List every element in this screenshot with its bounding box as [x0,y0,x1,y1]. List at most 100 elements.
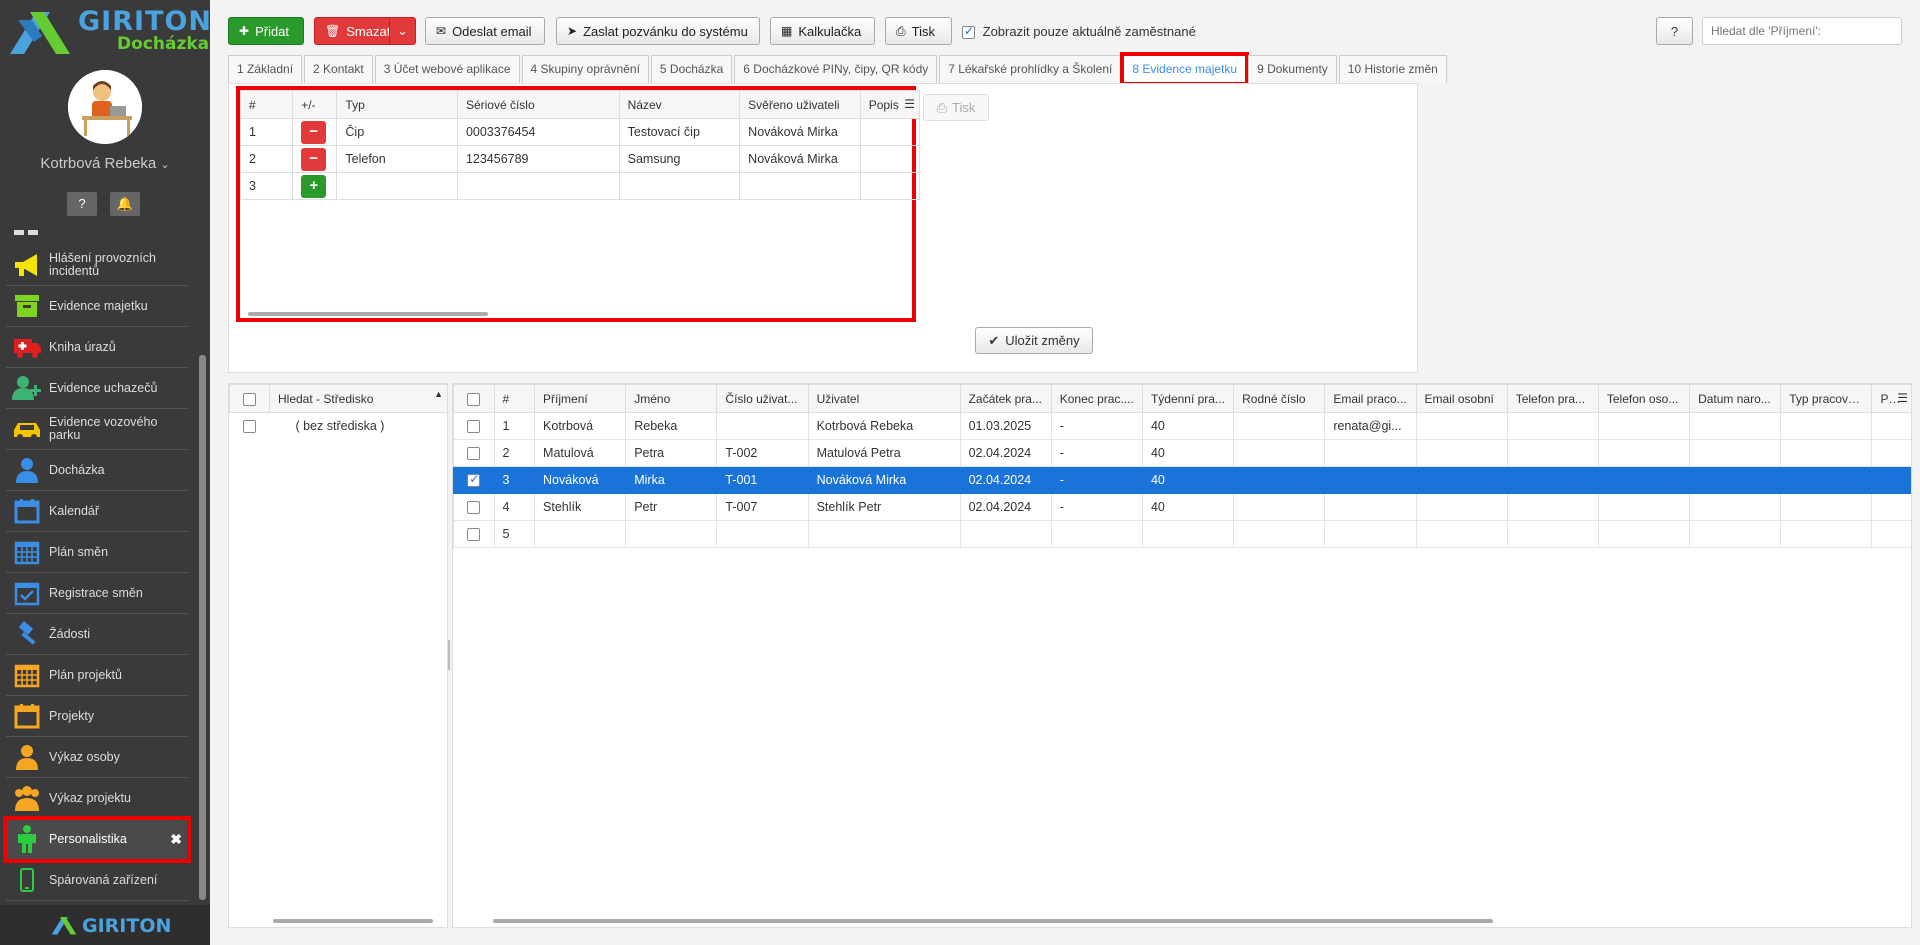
cell-more[interactable] [1871,493,1911,521]
employees-scrollbar[interactable] [493,919,1493,923]
app-logo[interactable]: GIRITON Docházka [0,0,211,60]
cell-index[interactable]: 2 [493,439,536,467]
cell-first-name[interactable]: Petr [625,493,718,521]
cell-personal-email[interactable] [1415,466,1508,494]
center-name[interactable]: ( bez střediska ) [270,413,448,440]
sidebar-item-injuries[interactable]: Kniha úrazů [6,327,188,368]
sidebar-scrollbar[interactable] [199,355,206,900]
col-first-name[interactable]: Jméno [625,384,718,413]
cell-birth-number[interactable] [1233,412,1326,440]
col-birth-number[interactable]: Rodné číslo [1233,384,1326,413]
user-name[interactable]: Kotrbová Rebeka ⌄ [0,155,210,172]
only-current-toggle[interactable]: Zobrazit pouze aktuálně zaměstnané [962,24,1196,40]
cell-more[interactable] [1871,520,1911,548]
cell-birth-date[interactable] [1689,439,1782,467]
cell-surname[interactable] [534,520,627,548]
cell-index[interactable]: 3 [493,466,536,494]
sidebar-item-attendance[interactable]: Docházka [6,450,188,491]
col-center[interactable]: Hledat - Středisko ▲ [269,384,448,413]
asset-print-button[interactable]: ⎙ Tisk [923,94,989,121]
cell-user[interactable]: Stehlík Petr [807,493,961,521]
cell-name[interactable] [618,172,741,200]
cell-start-date[interactable]: 02.04.2024 [959,439,1052,467]
row-checkbox[interactable] [467,447,481,461]
cell-first-name[interactable]: Mirka [625,466,718,494]
sidebar-item-paired-devices[interactable]: Spárovaná zařízení [6,860,188,901]
cell-type[interactable]: Čip [336,118,458,146]
col-weekly-hours[interactable]: Týdenní pra... [1141,384,1235,413]
cell-weekly-hours[interactable]: 40 [1141,412,1235,440]
sidebar-item-shift-plan[interactable]: Plán směn [6,532,188,573]
cell-personal-phone[interactable] [1597,493,1691,521]
cell-work-phone[interactable] [1506,439,1599,467]
col-serial[interactable]: Sériové číslo [456,90,620,119]
delete-button[interactable]: 🗑 Smazat [314,17,390,45]
col-user-number[interactable]: Číslo uživat... [716,384,809,413]
cell-user-number[interactable] [716,412,809,440]
cell-more[interactable] [1871,412,1911,440]
menu-icon[interactable]: ☰ [1897,391,1908,405]
cell-end-date[interactable]: - [1050,439,1143,467]
invite-button[interactable]: ➤ Zaslat pozvánku do systému [556,17,760,45]
sidebar-item-shift-registration[interactable]: Registrace směn [6,573,188,614]
cell-type[interactable]: Telefon [336,145,458,173]
cell-serial[interactable]: 0003376454 [456,118,620,146]
help-button[interactable]: ? [67,192,97,216]
cell-work-phone[interactable] [1506,412,1599,440]
cell-index[interactable]: 5 [493,520,536,548]
cell-employment-type[interactable] [1780,520,1873,548]
col-birth-date[interactable]: Datum naro... [1689,384,1782,413]
cell-index[interactable]: 4 [493,493,536,521]
cell-surname[interactable]: Matulová [534,439,627,467]
sidebar-item-assets[interactable]: Evidence majetku [6,286,188,327]
sidebar-item-projects[interactable]: Projekty [6,696,188,737]
cell-description[interactable] [859,145,921,173]
cell-user-number[interactable]: T-007 [716,493,809,521]
col-personal-phone[interactable]: Telefon oso... [1597,384,1691,413]
sidebar-item-calendar[interactable]: Kalendář [6,491,188,532]
cell-end-date[interactable]: - [1050,493,1143,521]
cell-employment-type[interactable] [1780,493,1873,521]
cell-description[interactable] [859,118,921,146]
delete-dropdown-button[interactable]: ⌄ [389,17,416,45]
cell-work-email[interactable] [1324,493,1417,521]
cell-assigned-user[interactable]: Nováková Mirka [739,145,861,173]
asset-grid-scrollbar[interactable] [248,312,488,316]
sidebar-item-incidents[interactable]: Hlášení provozních incidentů [6,245,188,286]
cell-work-email[interactable]: renata@gi... [1324,412,1417,440]
notifications-button[interactable]: 🔔 [110,192,140,216]
help-button[interactable]: ? [1656,17,1693,45]
cell-birth-date[interactable] [1689,466,1782,494]
col-more[interactable]: Po ☰ [1871,384,1911,413]
cell-birth-number[interactable] [1233,439,1326,467]
col-work-email[interactable]: Email praco... [1324,384,1417,413]
cell-birth-number[interactable] [1233,493,1326,521]
cell-user-number[interactable]: T-002 [716,439,809,467]
cell-surname[interactable]: Kotrbová [534,412,627,440]
cell-surname[interactable]: Stehlík [534,493,627,521]
col-user[interactable]: Uživatel [807,384,961,413]
row-checkbox[interactable] [467,501,481,515]
sidebar-item-candidates[interactable]: Evidence uchazečů [6,368,188,409]
sidebar-item-project-report[interactable]: Výkaz projektu [6,778,188,819]
print-button[interactable]: ⎙ Tisk [885,17,952,45]
splitter-handle[interactable] [448,640,450,670]
only-current-checkbox[interactable] [962,24,975,40]
table-row[interactable]: 3NovákováMirkaT-001Nováková Mirka02.04.2… [453,466,1911,494]
table-row[interactable]: 2 − Telefon 123456789 Samsung Nováková M… [239,145,921,173]
calculator-button[interactable]: ▦ Kalkulačka [770,17,875,45]
cell-name[interactable]: Samsung [618,145,741,173]
col-surname[interactable]: Příjmení [534,384,627,413]
cell-weekly-hours[interactable]: 40 [1141,439,1235,467]
cell-birth-number[interactable] [1233,466,1326,494]
tab-contact[interactable]: 2 Kontakt [304,55,373,83]
cell-serial[interactable] [456,172,620,200]
cell-birth-date[interactable] [1689,493,1782,521]
tab-assets[interactable]: 8 Evidence majetku [1120,52,1250,86]
col-type[interactable]: Typ [336,90,458,119]
cell-assigned-user[interactable]: Nováková Mirka [739,118,861,146]
tab-pins-chips[interactable]: 6 Docházkové PINy, čipy, QR kódy [734,55,938,83]
col-assigned-user[interactable]: Svěřeno uživateli [739,90,861,119]
cell-serial[interactable]: 123456789 [456,145,620,173]
cell-employment-type[interactable] [1780,439,1873,467]
